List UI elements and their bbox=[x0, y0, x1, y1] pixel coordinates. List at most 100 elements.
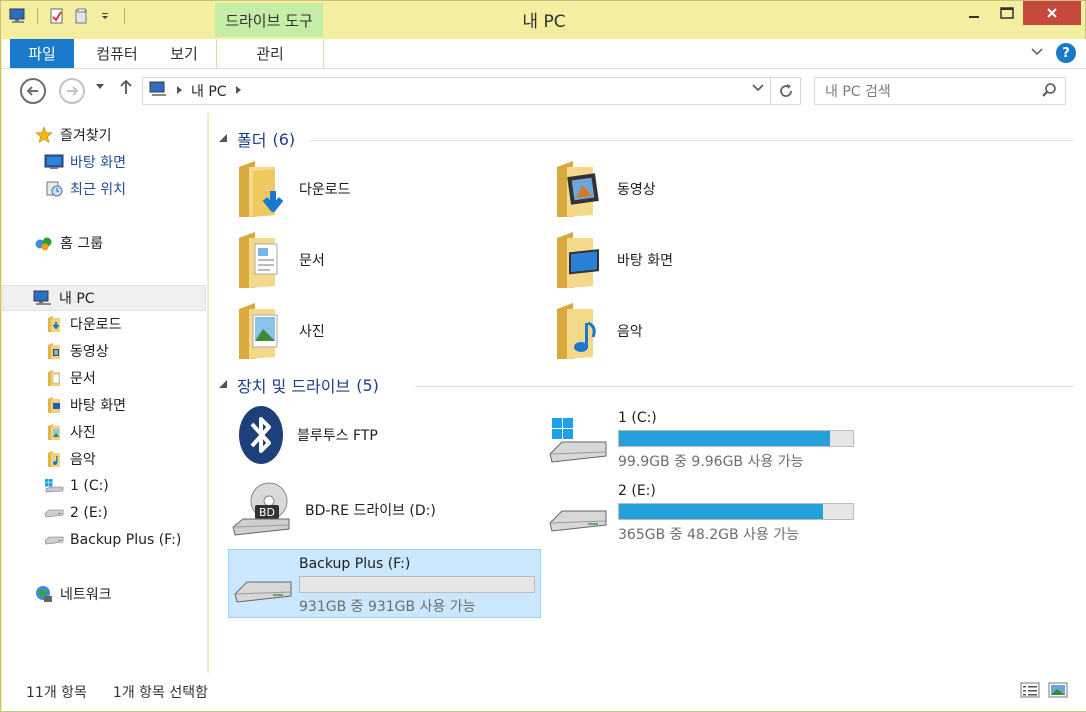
nav-music[interactable]: 음악 bbox=[2, 446, 206, 472]
recent-locations-dropdown[interactable] bbox=[96, 83, 104, 93]
back-button[interactable] bbox=[20, 78, 46, 104]
large-icons-view-icon[interactable] bbox=[1048, 681, 1068, 699]
drive-label: 2 (E:) bbox=[618, 483, 656, 499]
bluetooth-icon bbox=[239, 406, 283, 464]
drive-usage-bar bbox=[618, 503, 854, 520]
nav-pictures[interactable]: 사진 bbox=[2, 419, 206, 445]
computer-icon[interactable] bbox=[9, 7, 27, 25]
collapse-triangle-icon[interactable] bbox=[219, 379, 227, 391]
nav-item-label: 동영상 bbox=[70, 344, 109, 360]
collapse-triangle-icon[interactable] bbox=[219, 133, 227, 145]
nav-item-label: 문서 bbox=[70, 371, 96, 387]
nav-item-label: Backup Plus (F:) bbox=[70, 532, 182, 548]
group-header-devices[interactable]: 장치 및 드라이브 (5) bbox=[219, 373, 1074, 397]
music-folder-icon bbox=[557, 303, 596, 359]
ribbon-right: ? bbox=[1030, 43, 1076, 63]
folder-label: 음악 bbox=[617, 324, 643, 340]
drive-tile-c[interactable]: 1 (C:) 99.9GB 중 9.96GB 사용 가능 bbox=[548, 410, 868, 474]
window-controls bbox=[957, 1, 1081, 27]
drive-icon bbox=[234, 581, 292, 603]
tab-file[interactable]: 파일 bbox=[10, 39, 74, 68]
maximize-icon bbox=[999, 7, 1014, 19]
drive-usage-fill bbox=[619, 431, 830, 446]
folder-tile-pictures[interactable]: 사진 bbox=[235, 299, 325, 363]
help-icon[interactable]: ? bbox=[1056, 43, 1076, 63]
nav-videos[interactable]: 동영상 bbox=[2, 338, 206, 364]
folder-label: 다운로드 bbox=[299, 182, 351, 198]
minimize-button[interactable] bbox=[957, 1, 990, 25]
documents-folder-icon bbox=[44, 368, 64, 388]
drive-tile-f[interactable]: Backup Plus (F:) 931GB 중 931GB 사용 가능 bbox=[228, 549, 541, 618]
downloads-folder-icon bbox=[239, 161, 284, 217]
folder-tile-downloads[interactable]: 다운로드 bbox=[235, 157, 351, 221]
group-title: 폴더 bbox=[237, 131, 267, 150]
nav-documents[interactable]: 문서 bbox=[2, 365, 206, 391]
search-icon[interactable] bbox=[1041, 82, 1057, 102]
nav-item-label: 내 PC bbox=[59, 291, 95, 307]
chevron-down-icon bbox=[96, 84, 104, 89]
nav-drive-f[interactable]: Backup Plus (F:) bbox=[2, 527, 206, 553]
group-divider bbox=[415, 386, 1074, 387]
drive-usage-fill bbox=[619, 504, 823, 519]
tab-computer[interactable]: 컴퓨터 bbox=[82, 39, 152, 68]
drive-label: 1 (C:) bbox=[618, 410, 657, 426]
nav-favorites[interactable]: 즐겨찾기 bbox=[2, 122, 206, 148]
search-placeholder: 내 PC 검색 bbox=[825, 84, 891, 100]
folder-tile-documents[interactable]: 문서 bbox=[235, 228, 325, 292]
search-input[interactable]: 내 PC 검색 bbox=[814, 77, 1066, 105]
nav-item-label: 최근 위치 bbox=[70, 182, 126, 198]
nav-homegroup[interactable]: 홈 그룹 bbox=[2, 230, 206, 256]
nav-drive-e[interactable]: 2 (E:) bbox=[2, 500, 206, 526]
maximize-button[interactable] bbox=[990, 1, 1023, 25]
drive-free-space: 99.9GB 중 9.96GB 사용 가능 bbox=[618, 454, 804, 470]
videos-folder-icon bbox=[44, 341, 64, 361]
nav-this-pc[interactable]: 내 PC bbox=[2, 285, 206, 311]
new-folder-icon[interactable] bbox=[72, 7, 90, 25]
qat-separator bbox=[37, 8, 38, 24]
drive-free-space: 365GB 중 48.2GB 사용 가능 bbox=[618, 527, 800, 543]
folder-tile-desktop[interactable]: 바탕 화면 bbox=[553, 228, 673, 292]
title-bar: 드라이브 도구 내 PC bbox=[1, 1, 1086, 39]
breadcrumb-separator-icon[interactable] bbox=[235, 85, 241, 97]
breadcrumb-this-pc[interactable]: 내 PC bbox=[191, 81, 227, 101]
recent-places-icon bbox=[44, 179, 64, 199]
forward-button[interactable] bbox=[59, 78, 85, 104]
bd-badge-text: BD bbox=[259, 506, 275, 519]
item-count: 11개 항목 bbox=[26, 685, 87, 701]
group-header-folders[interactable]: 폴더 (6) bbox=[219, 127, 1074, 151]
nav-downloads[interactable]: 다운로드 bbox=[2, 311, 206, 337]
properties-icon[interactable] bbox=[48, 7, 66, 25]
folder-label: 문서 bbox=[299, 253, 325, 269]
device-tile-bluetooth[interactable]: 블루투스 FTP bbox=[237, 405, 378, 465]
up-button[interactable] bbox=[119, 79, 133, 100]
drive-tile-e[interactable]: 2 (E:) 365GB 중 48.2GB 사용 가능 bbox=[548, 483, 868, 547]
refresh-button[interactable] bbox=[770, 78, 800, 104]
nav-item-label: 사진 bbox=[70, 425, 96, 441]
breadcrumb-separator-icon[interactable] bbox=[177, 85, 182, 97]
folder-tile-videos[interactable]: 동영상 bbox=[553, 157, 656, 221]
refresh-icon bbox=[779, 84, 792, 97]
address-history-dropdown[interactable] bbox=[752, 84, 764, 95]
nav-desktop-folder[interactable]: 바탕 화면 bbox=[2, 392, 206, 418]
videos-folder-icon bbox=[557, 161, 599, 217]
downloads-folder-icon bbox=[44, 314, 64, 334]
nav-desktop[interactable]: 바탕 화면 bbox=[2, 149, 206, 175]
tab-manage[interactable]: 관리 bbox=[216, 39, 324, 68]
address-bar[interactable]: 내 PC bbox=[142, 77, 801, 105]
qat-separator bbox=[124, 8, 125, 24]
explorer-window: 드라이브 도구 내 PC 파일 컴퓨터 보기 관리 ? 내 PC 내 PC 검색… bbox=[0, 0, 1086, 712]
details-view-icon[interactable] bbox=[1020, 681, 1040, 699]
pictures-folder-icon bbox=[44, 422, 64, 442]
device-tile-bd-drive[interactable]: BD BD-RE 드라이브 (D:) bbox=[231, 481, 436, 539]
expand-ribbon-icon[interactable] bbox=[1030, 45, 1044, 61]
nav-drive-c[interactable]: 1 (C:) bbox=[2, 473, 206, 499]
folder-tile-music[interactable]: 음악 bbox=[553, 299, 643, 363]
device-label: BD-RE 드라이브 (D:) bbox=[305, 503, 436, 519]
tab-view[interactable]: 보기 bbox=[158, 39, 210, 68]
nav-network[interactable]: 네트워크 bbox=[2, 581, 206, 607]
close-button[interactable] bbox=[1023, 1, 1081, 25]
nav-item-label: 홈 그룹 bbox=[60, 236, 104, 252]
nav-item-label: 2 (E:) bbox=[70, 505, 108, 521]
nav-recent-places[interactable]: 최근 위치 bbox=[2, 176, 206, 202]
customize-qat-icon[interactable] bbox=[96, 7, 114, 25]
